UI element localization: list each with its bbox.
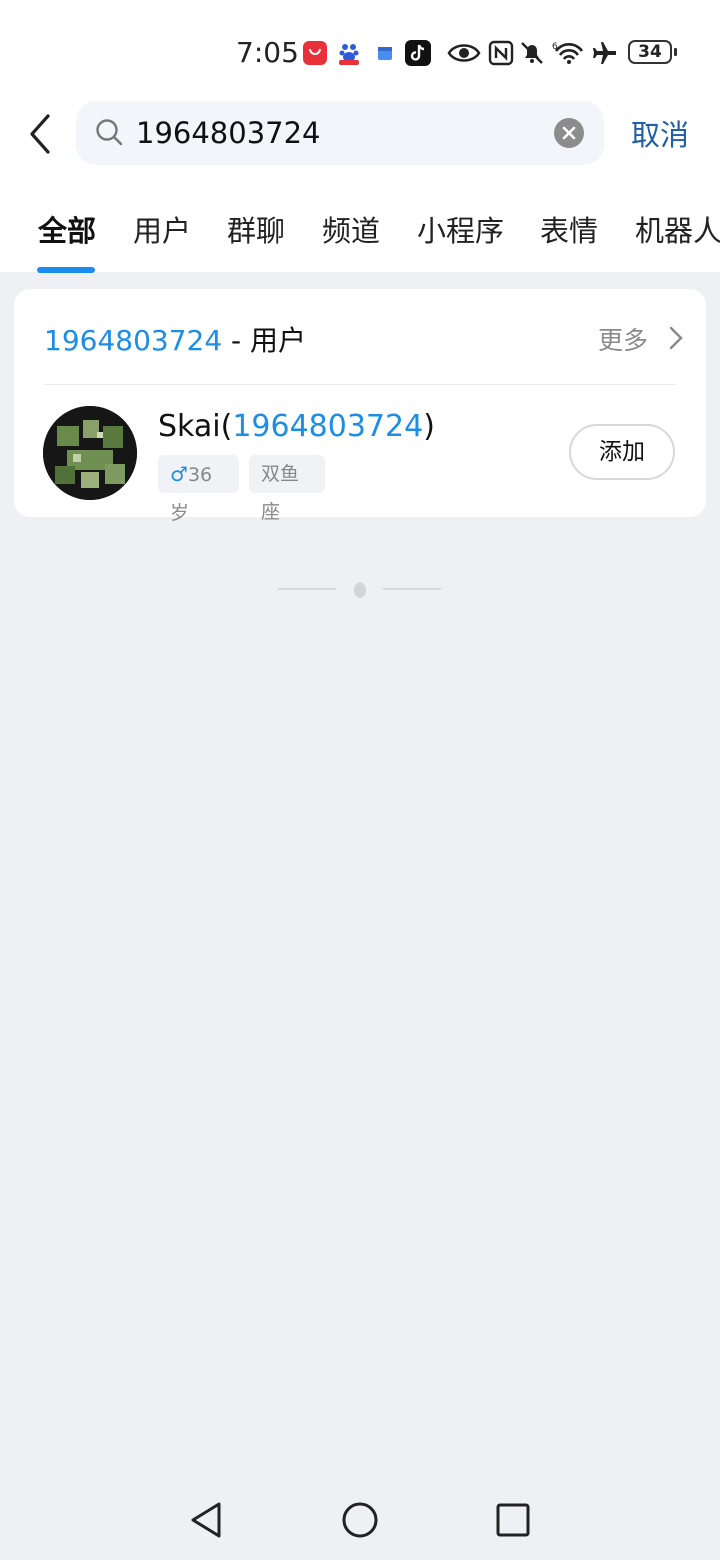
battery-indicator: 34 [628, 40, 677, 64]
avatar[interactable] [43, 406, 137, 500]
add-friend-button[interactable]: 添加 [569, 424, 675, 480]
avatar-image [43, 406, 137, 500]
section-query-number: 1964803724 [44, 324, 223, 357]
tab-mini-programs[interactable]: 小程序 [417, 208, 504, 250]
end-divider-right [383, 588, 441, 590]
tab-users[interactable]: 用户 [133, 208, 191, 250]
baidu-icon [339, 44, 359, 65]
airplane-icon [593, 42, 616, 64]
search-bar[interactable] [76, 101, 604, 165]
user-name[interactable]: Skai(1964803724) [158, 409, 435, 444]
cancel-button[interactable]: 取消 [631, 112, 689, 154]
zodiac-text: 双鱼座 [261, 463, 300, 523]
calendar-icon [378, 47, 392, 60]
search-icon [96, 119, 123, 146]
tiktok-icon [405, 40, 431, 66]
user-nickname: Skai( [158, 409, 233, 444]
huawei-appgallery-icon [303, 41, 327, 65]
end-divider-left [278, 588, 336, 590]
more-link[interactable]: 更多 [598, 321, 648, 357]
gender-age-tag: ♂36岁 [158, 455, 239, 524]
tab-all[interactable]: 全部 [38, 208, 96, 250]
divider [44, 384, 676, 385]
tab-channels[interactable]: 频道 [322, 208, 380, 250]
tab-stickers[interactable]: 表情 [540, 208, 598, 250]
eye-icon [447, 44, 481, 62]
user-name-close: ) [423, 409, 435, 444]
nav-back-icon[interactable] [187, 1500, 227, 1540]
back-arrow-icon[interactable] [24, 112, 60, 156]
section-title: 1964803724 - 用户 [44, 319, 306, 359]
user-id: 1964803724 [232, 409, 424, 444]
status-time: 7:05 [236, 36, 299, 69]
user-result-card: 1964803724 - 用户 更多 Skai(1964803724) ♂36岁… [14, 289, 706, 524]
male-icon: ♂ [170, 462, 188, 486]
section-category: - 用户 [222, 324, 307, 357]
header-area: 7:05 6 34 取消 全部 用户 群聊 频道 小程序 表情 机器人 [0, 0, 720, 273]
mute-bell-icon [521, 42, 543, 64]
status-bar: 7:05 6 34 [0, 30, 720, 76]
clear-icon[interactable] [554, 118, 584, 148]
tab-groups[interactable]: 群聊 [227, 208, 285, 250]
result-tabs: 全部 用户 群聊 频道 小程序 表情 机器人 [0, 208, 720, 272]
nfc-icon [488, 40, 514, 66]
chevron-right-icon[interactable] [668, 325, 684, 351]
penguin-icon [354, 582, 366, 598]
nav-home-icon[interactable] [340, 1500, 380, 1540]
zodiac-tag: 双鱼座 [249, 455, 325, 523]
nav-recents-icon[interactable] [493, 1500, 533, 1540]
tab-robots[interactable]: 机器人 [635, 208, 720, 250]
wifi-icon: 6 [552, 42, 584, 64]
search-input[interactable] [136, 101, 536, 165]
active-tab-indicator [37, 267, 95, 273]
